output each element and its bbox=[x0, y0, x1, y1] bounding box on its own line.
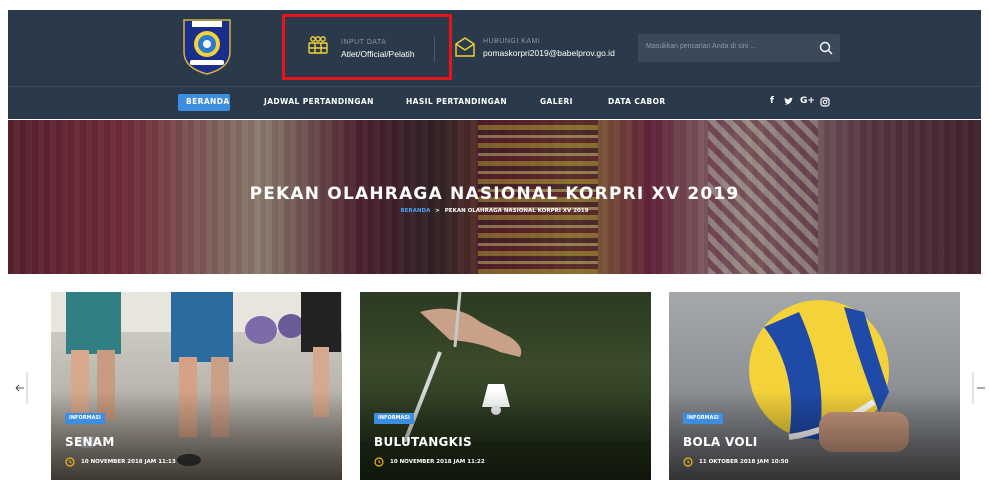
breadcrumb-separator: > bbox=[435, 208, 440, 214]
card-title[interactable]: BULUTANGKIS bbox=[374, 435, 472, 449]
card-title[interactable]: SENAM bbox=[65, 435, 115, 449]
breadcrumb-current: PEKAN OLAHRAGA NASIONAL KORPRI XV 2019 bbox=[444, 208, 589, 214]
category-badge[interactable]: INFORMASI bbox=[683, 413, 723, 424]
hero-banner: PEKAN OLAHRAGA NASIONAL KORPRI XV 2019 B… bbox=[8, 120, 981, 274]
contact-label: HUBUNGI KAMI bbox=[483, 38, 541, 45]
nav-item-beranda[interactable]: BERANDA bbox=[186, 97, 230, 106]
input-data-highlight[interactable]: INPUT DATA Atlet/Official/Pelatih bbox=[282, 14, 452, 80]
clock-icon bbox=[65, 457, 75, 467]
twitter-icon[interactable] bbox=[783, 97, 793, 107]
facebook-icon[interactable]: f bbox=[770, 96, 774, 106]
envelope-icon bbox=[455, 37, 475, 57]
card-date: 10 NOVEMBER 2018 JAM 11:13 bbox=[81, 459, 176, 465]
arrow-left-icon[interactable] bbox=[14, 372, 30, 404]
search-box[interactable]: Masukkan pencarian Anda di sini ... bbox=[638, 34, 840, 62]
top-header: INPUT DATA Atlet/Official/Pelatih HUBUNG… bbox=[8, 10, 981, 86]
search-input[interactable]: Masukkan pencarian Anda di sini ... bbox=[646, 43, 756, 50]
clock-icon bbox=[683, 457, 693, 467]
category-badge[interactable]: INFORMASI bbox=[65, 413, 105, 424]
instagram-icon[interactable] bbox=[820, 97, 830, 107]
breadcrumb-home[interactable]: BERANDA bbox=[400, 208, 430, 214]
nav-item-data-cabor[interactable]: DATA CABOR bbox=[608, 97, 666, 106]
google-plus-icon[interactable]: G+ bbox=[800, 96, 815, 106]
page: INPUT DATA Atlet/Official/Pelatih HUBUNG… bbox=[0, 0, 989, 480]
news-card-bola-voli[interactable]: INFORMASI BOLA VOLI 11 OKTOBER 2018 JAM … bbox=[669, 292, 960, 480]
nav-item-hasil-pertandingan[interactable]: HASIL PERTANDINGAN bbox=[406, 97, 507, 106]
category-badge[interactable]: INFORMASI bbox=[374, 413, 414, 424]
news-card-senam[interactable]: INFORMASI SENAM 10 NOVEMBER 2018 JAM 11:… bbox=[51, 292, 342, 480]
breadcrumb: BERANDA > PEKAN OLAHRAGA NASIONAL KORPRI… bbox=[8, 208, 981, 214]
search-icon[interactable] bbox=[818, 40, 834, 56]
users-grid-icon bbox=[308, 36, 328, 54]
input-data-label: INPUT DATA bbox=[341, 39, 387, 46]
arrow-right-icon[interactable] bbox=[970, 372, 986, 404]
input-data-link[interactable]: Atlet/Official/Pelatih bbox=[341, 49, 415, 59]
logo-icon[interactable] bbox=[180, 16, 234, 76]
card-date: 11 OKTOBER 2018 JAM 10:50 bbox=[699, 459, 789, 465]
card-title[interactable]: BOLA VOLI bbox=[683, 435, 758, 449]
nav-item-jadwal-pertandingan[interactable]: JADWAL PERTANDINGAN bbox=[264, 97, 374, 106]
news-card-bulutangkis[interactable]: INFORMASI BULUTANGKIS 10 NOVEMBER 2018 J… bbox=[360, 292, 651, 480]
contact-email[interactable]: pomaskorpri2019@babelprov.go.id bbox=[483, 48, 615, 58]
nav-item-galeri[interactable]: GALERI bbox=[540, 97, 573, 106]
page-title: PEKAN OLAHRAGA NASIONAL KORPRI XV 2019 bbox=[249, 184, 740, 204]
main-nav: BERANDA JADWAL PERTANDINGAN HASIL PERTAN… bbox=[8, 86, 981, 119]
clock-icon bbox=[374, 457, 384, 467]
card-date: 10 NOVEMBER 2018 JAM 11:22 bbox=[390, 459, 485, 465]
header-divider bbox=[434, 36, 435, 62]
